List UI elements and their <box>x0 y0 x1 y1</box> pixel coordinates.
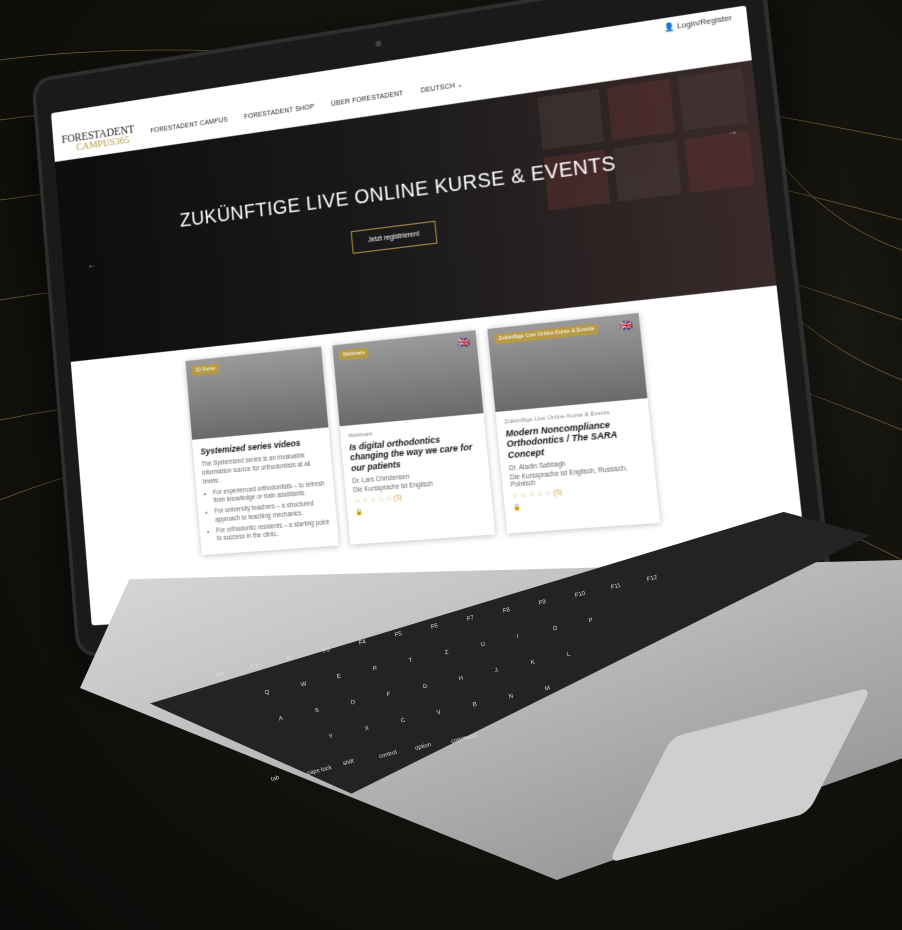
user-icon: 👤 <box>663 20 678 33</box>
course-description: The Systemized series is an invaluable i… <box>201 451 330 545</box>
nav-item-shop[interactable]: FORESTADENT SHOP <box>244 103 315 120</box>
laptop-screen: 👤 Login/Register FORESTADENT CAMPUS365 F… <box>51 5 810 626</box>
nav-item-language[interactable]: DEUTSCH ⌄ <box>420 80 463 94</box>
course-badge: Webinare <box>338 347 370 361</box>
camera-icon <box>375 40 382 48</box>
course-image: 10 Kurse <box>185 346 329 440</box>
course-card[interactable]: 10 Kurse Systemized series videos The Sy… <box>185 346 340 556</box>
keyboard-key: T <box>408 657 414 665</box>
course-badge: 10 Kurse <box>191 363 220 376</box>
flag-uk-icon: 🇬🇧 <box>457 336 472 350</box>
keyboard-key: Z <box>444 649 450 657</box>
register-button[interactable]: Jetzt registrieren! <box>350 220 438 254</box>
course-card[interactable]: Zukünftige Live Online Kurse & Events 🇬🇧… <box>487 312 661 534</box>
keyboard-key: O <box>552 625 559 633</box>
logo[interactable]: FORESTADENT CAMPUS365 <box>61 122 135 155</box>
course-badge: Zukünftige Live Online Kurse & Events <box>493 323 599 345</box>
nav-item-about[interactable]: ÜBER FORESTADENT <box>331 90 404 108</box>
nav-item-campus[interactable]: FORESTADENT CAMPUS <box>150 116 228 134</box>
keyboard-key: Q <box>264 689 271 697</box>
keyboard-key: F <box>386 691 392 699</box>
course-card[interactable]: Webinare 🇬🇧 Webinare Is digital orthodon… <box>332 330 496 545</box>
course-image: Webinare 🇬🇧 <box>332 330 484 427</box>
keyboard-key: G <box>422 683 429 691</box>
course-image: Zukünftige Live Online Kurse & Events 🇬🇧 <box>487 312 648 413</box>
flag-icons: 🇬🇧 <box>619 319 635 333</box>
keyboard-key: M <box>544 685 551 693</box>
prev-arrow-icon[interactable]: ← <box>87 260 96 271</box>
